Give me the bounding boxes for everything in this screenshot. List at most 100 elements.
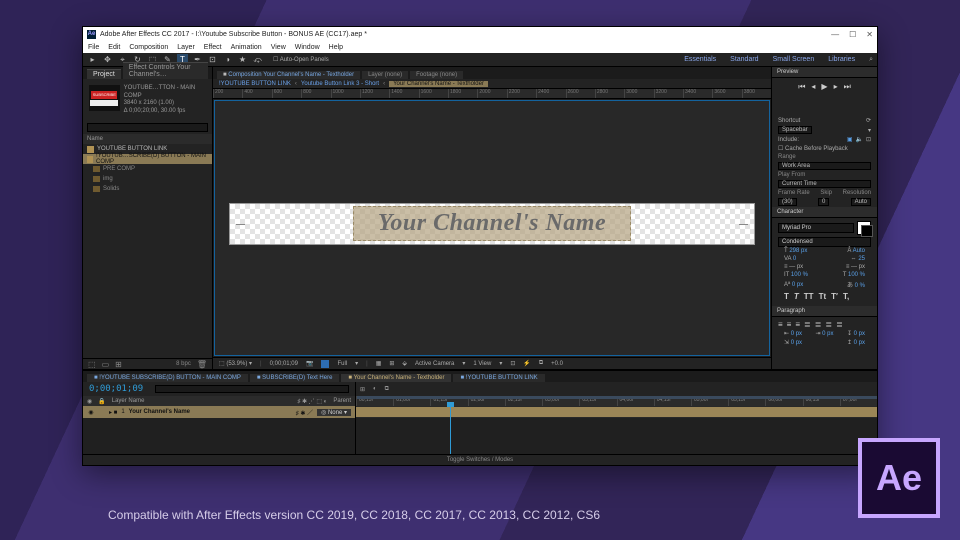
fill-color-swatch[interactable] — [857, 221, 871, 235]
hscale-input[interactable]: 100 % — [848, 272, 865, 278]
search-help-icon[interactable]: ⌕ — [869, 56, 873, 64]
new-folder-icon[interactable]: ▭ — [102, 360, 110, 369]
justify-all-button[interactable]: ≣ — [836, 320, 843, 329]
eraser-tool[interactable]: ◑ — [222, 54, 233, 65]
timeline-tab[interactable]: ■ !YOUTUBE BUTTON LINK — [453, 374, 544, 382]
folder-row[interactable]: Solids — [83, 184, 212, 194]
minimize-button[interactable]: — — [831, 30, 839, 39]
menu-layer[interactable]: Layer — [177, 44, 195, 51]
playhead[interactable] — [450, 406, 451, 454]
close-button[interactable]: ✕ — [866, 30, 873, 39]
prev-frame-button[interactable]: ◂ — [811, 82, 815, 92]
justify-center-button[interactable]: ≣ — [815, 320, 822, 329]
viewport[interactable]: Your Channel's Name — [214, 100, 770, 356]
playfrom-dropdown[interactable]: Current Time — [778, 180, 871, 188]
justify-left-button[interactable]: ≣ — [804, 320, 811, 329]
new-comp-icon[interactable]: ⊞ — [115, 360, 122, 369]
interpret-icon[interactable]: ⬚ — [88, 360, 96, 369]
hand-tool[interactable]: ✥ — [102, 54, 113, 65]
mask-icon[interactable]: ⬙ — [402, 360, 407, 367]
vscale-input[interactable]: 100 % — [791, 272, 808, 278]
faux-italic-button[interactable]: T — [794, 292, 799, 301]
ws-standard[interactable]: Standard — [730, 56, 758, 64]
timeline-tab[interactable]: ■ !YOUTUBE SUBSCRIBE(D) BUTTON - MAIN CO… — [87, 374, 248, 382]
allcaps-button[interactable]: TT — [804, 292, 814, 301]
res-dropdown[interactable]: Auto — [851, 198, 871, 206]
character-header[interactable]: Character — [772, 207, 877, 218]
skip-dropdown[interactable]: 0 — [818, 198, 829, 206]
menu-file[interactable]: File — [88, 44, 99, 51]
menu-help[interactable]: Help — [329, 44, 343, 51]
indent-right-input[interactable]: 0 px — [822, 331, 833, 337]
auto-open-check[interactable]: ☐ Auto-Open Panels — [273, 56, 329, 63]
grid-icon[interactable]: ▦ — [376, 360, 382, 367]
parent-dropdown[interactable]: ◎ None ▾ — [317, 409, 351, 416]
folder-row[interactable]: PRE COMP — [83, 164, 212, 174]
range-dropdown[interactable]: Work Area — [778, 162, 871, 170]
menu-effect[interactable]: Effect — [204, 44, 222, 51]
kerning-input[interactable]: 0 — [793, 256, 796, 262]
trash-icon[interactable]: 🗑 — [197, 360, 207, 369]
graph-icon[interactable]: ⊞ — [360, 386, 365, 393]
project-column-header[interactable]: Name — [83, 134, 212, 144]
font-size-input[interactable]: 298 px — [789, 248, 807, 254]
maximize-button[interactable]: ☐ — [849, 30, 856, 39]
tracking-input[interactable]: 25 — [858, 256, 865, 262]
text-layer[interactable]: Your Channel's Name — [353, 206, 631, 241]
timeline-search-input[interactable] — [155, 385, 349, 393]
toggle-switches-button[interactable]: Toggle Switches / Modes — [447, 457, 513, 463]
layer-track[interactable] — [356, 406, 877, 418]
zoom-dropdown[interactable]: ⬚ (53.9%) ▾ — [219, 360, 252, 367]
ws-small[interactable]: Small Screen — [773, 56, 815, 64]
last-frame-button[interactable]: ⏭ — [844, 82, 851, 92]
layer-row[interactable]: ◉ ▸ ■ 1 Your Channel's Name ♯ ✱ ／ ◎ None… — [83, 406, 355, 418]
first-frame-button[interactable]: ⏮ — [798, 82, 805, 92]
parent-header[interactable]: Parent — [333, 398, 351, 404]
font-style-dropdown[interactable]: Condensed — [778, 237, 871, 247]
motion-blur-icon[interactable]: ◐ — [373, 386, 377, 392]
align-left-button[interactable]: ≡ — [778, 320, 783, 329]
visibility-toggle[interactable]: ◉ — [87, 409, 95, 416]
views-dropdown[interactable]: 1 View — [473, 361, 491, 367]
resolution-dropdown[interactable]: Full — [337, 361, 347, 367]
shortcut-dropdown[interactable]: Spacebar — [778, 126, 812, 134]
puppet-tool[interactable]: ⤽ — [252, 54, 263, 65]
space-after-input[interactable]: 0 px — [854, 340, 865, 346]
margin-handle-left[interactable] — [236, 224, 245, 225]
play-button[interactable]: ▶ — [821, 82, 827, 92]
menu-animation[interactable]: Animation — [231, 44, 262, 51]
status-timecode[interactable]: 0;00;01;09 — [270, 361, 298, 367]
tab-composition[interactable]: ■ Composition Your Channel's Name - Text… — [217, 71, 360, 79]
exposure-value[interactable]: +0.0 — [551, 361, 563, 367]
selection-tool[interactable]: ▸ — [87, 54, 98, 65]
paragraph-header[interactable]: Paragraph — [772, 306, 877, 317]
fps-dropdown[interactable]: (30) — [778, 198, 797, 206]
layer-name-header[interactable]: Layer Name — [112, 398, 292, 404]
snapshot-icon[interactable]: 📷 — [306, 360, 313, 367]
margin-handle-right[interactable] — [739, 224, 748, 225]
tab-project[interactable]: Project — [87, 69, 121, 79]
tab-effect-controls[interactable]: Effect Controls Your Channel's… — [123, 62, 208, 79]
baseline-input[interactable]: 0 px — [792, 282, 803, 288]
folder-row[interactable]: img — [83, 174, 212, 184]
clone-tool[interactable]: ⊡ — [207, 54, 218, 65]
ws-libraries[interactable]: Libraries — [828, 56, 855, 64]
3d-view-dropdown[interactable]: Active Camera — [415, 361, 454, 367]
justify-right-button[interactable]: ≣ — [825, 320, 832, 329]
align-right-button[interactable]: ≡ — [795, 320, 800, 329]
tab-layer[interactable]: Layer (none) — [362, 71, 408, 79]
tsume-input[interactable]: 0 % — [855, 283, 865, 289]
loop-icon[interactable]: ⟳ — [866, 117, 871, 124]
preview-header[interactable]: Preview — [772, 67, 877, 78]
include-audio-icon[interactable]: 🔈 — [855, 136, 862, 143]
timeline-tab[interactable]: ■ SUBSCRIBE(D) Text Here — [250, 374, 340, 382]
layer-clip[interactable] — [356, 407, 877, 417]
crumb-link[interactable]: !YOUTUBE BUTTON LINK — [219, 81, 291, 87]
pixel-aspect-icon[interactable]: ⊡ — [510, 360, 515, 367]
superscript-button[interactable]: T′ — [831, 292, 838, 301]
asset-row[interactable]: !YOUTUB…SCRIBE(D) BUTTON - MAIN COMP — [83, 154, 212, 164]
guides-icon[interactable]: ⊞ — [389, 360, 394, 367]
cache-check[interactable]: ☐ Cache Before Playback — [778, 145, 848, 152]
timeline-icon[interactable]: ⧉ — [539, 360, 543, 367]
faux-bold-button[interactable]: T — [784, 292, 789, 301]
